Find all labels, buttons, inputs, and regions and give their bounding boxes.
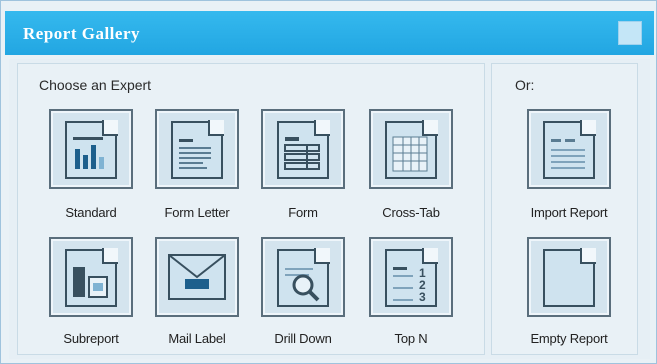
- form-letter-expert-button[interactable]: [155, 109, 239, 189]
- form-label: Form: [288, 205, 318, 220]
- empty-report-button[interactable]: [527, 237, 611, 317]
- top-n-expert-button[interactable]: 1 2 3: [369, 237, 453, 317]
- page-fold-icon: [422, 120, 438, 136]
- top-n-number-3: 3: [419, 290, 426, 303]
- cross-tab-expert-button[interactable]: [369, 109, 453, 189]
- mail-label-expert-button[interactable]: [155, 237, 239, 317]
- import-report-label: Import Report: [530, 205, 608, 220]
- window-title: Report Gallery: [23, 24, 140, 43]
- report-gallery-window: Report Gallery Choose an Expert Or: Stan…: [0, 0, 657, 364]
- page-fold-icon: [208, 120, 224, 136]
- form-expert-button[interactable]: [261, 109, 345, 189]
- page-fold-icon: [314, 248, 330, 264]
- cross-tab-icon: [392, 136, 428, 172]
- import-report-icon: [551, 139, 585, 169]
- magnifier-icon: [285, 268, 320, 302]
- drill-down-label: Drill Down: [274, 331, 332, 346]
- or-label: Or:: [513, 77, 537, 93]
- page-fold-icon: [102, 248, 118, 264]
- title-bar[interactable]: Report Gallery: [5, 11, 654, 55]
- standard-label: Standard: [65, 205, 117, 220]
- top-n-label: Top N: [394, 331, 428, 346]
- form-icon: [284, 137, 320, 170]
- mail-label-icon: [168, 254, 226, 300]
- empty-report-label: Empty Report: [530, 331, 608, 346]
- import-report-button[interactable]: [527, 109, 611, 189]
- subreport-expert-button[interactable]: [49, 237, 133, 317]
- cross-tab-label: Cross-Tab: [382, 205, 440, 220]
- form-letter-icon: [179, 139, 211, 169]
- page-fold-icon: [314, 120, 330, 136]
- top-n-icon: 1 2 3: [393, 266, 426, 303]
- standard-expert-button[interactable]: [49, 109, 133, 189]
- page-fold-icon: [580, 248, 596, 264]
- page-fold-icon: [102, 120, 118, 136]
- standard-report-icon: [73, 137, 104, 169]
- subreport-label: Subreport: [63, 331, 119, 346]
- page-fold-icon: [580, 120, 596, 136]
- subreport-icon: [73, 267, 108, 298]
- choose-expert-label: Choose an Expert: [37, 77, 154, 93]
- page-fold-icon: [422, 248, 438, 264]
- close-button[interactable]: [618, 21, 642, 45]
- drill-down-expert-button[interactable]: [261, 237, 345, 317]
- form-letter-label: Form Letter: [164, 205, 230, 220]
- mail-label-label: Mail Label: [168, 331, 226, 346]
